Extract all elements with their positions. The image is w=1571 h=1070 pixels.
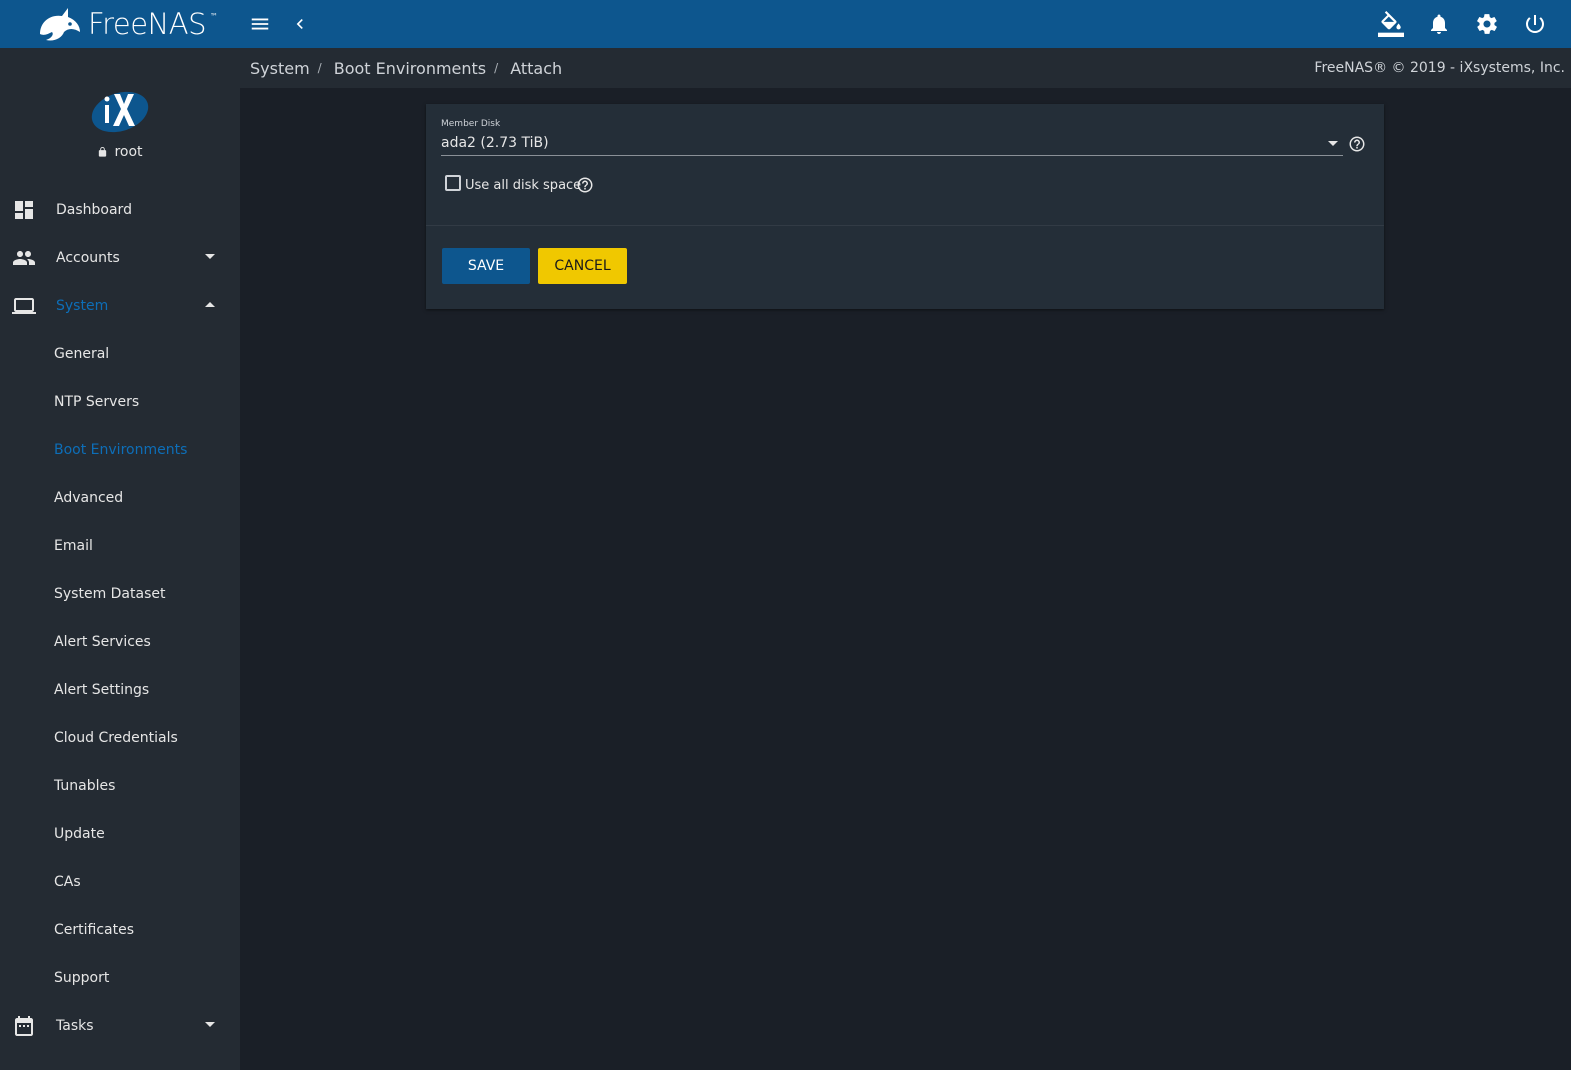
attach-form-card: Member Disk ada2 (2.73 TiB) Use all disk…	[426, 104, 1384, 309]
top-toolbar: FreeNAS ™	[0, 0, 1571, 48]
member-disk-underline	[441, 155, 1343, 156]
breadcrumb-separator: /	[494, 61, 499, 75]
sidebar-subitem-update[interactable]: Update	[0, 810, 240, 858]
user-profile: root	[0, 48, 240, 186]
collapse-sidebar-button[interactable]	[280, 0, 320, 48]
freenas-shark-logo-icon	[40, 8, 80, 41]
lock-icon	[99, 146, 107, 157]
sidebar-item-dashboard[interactable]: Dashboard	[0, 186, 240, 234]
sidebar-subitem-cas[interactable]: CAs	[0, 858, 240, 906]
chevron-down-icon	[205, 1022, 215, 1027]
theme-button[interactable]	[1367, 0, 1415, 48]
people-icon	[13, 251, 35, 265]
use-all-disk-space-checkbox[interactable]	[445, 175, 461, 191]
calendar-icon	[15, 1016, 33, 1036]
settings-button[interactable]	[1463, 0, 1511, 48]
sidebar-subitem-general[interactable]: General	[0, 330, 240, 378]
ix-logo-icon	[91, 91, 149, 133]
sidebar-item-system[interactable]: System	[0, 282, 240, 330]
power-icon	[1526, 15, 1544, 33]
sidebar-subitem-email[interactable]: Email	[0, 522, 240, 570]
brand-name: FreeNAS	[88, 7, 206, 41]
sidebar-item-accounts[interactable]: Accounts	[0, 234, 240, 282]
sidebar-item-label: Dashboard	[56, 202, 132, 218]
sidebar-subitem-certificates[interactable]: Certificates	[0, 906, 240, 954]
sidebar-subitem-boot-environments[interactable]: Boot Environments	[0, 426, 240, 474]
save-button[interactable]: SAVE	[442, 248, 530, 284]
sidebar-subitem-alert-services[interactable]: Alert Services	[0, 618, 240, 666]
member-disk-select[interactable]: ada2 (2.73 TiB)	[441, 135, 549, 151]
sidebar-subitem-alert-settings[interactable]: Alert Settings	[0, 666, 240, 714]
cancel-button[interactable]: CANCEL	[538, 248, 627, 284]
username: root	[114, 144, 143, 160]
notifications-button[interactable]	[1415, 0, 1463, 48]
bell-icon	[1431, 14, 1447, 34]
hamburger-menu-icon	[251, 18, 269, 30]
sidebar-subitem-system-dataset[interactable]: System Dataset	[0, 570, 240, 618]
sidebar-subitem-support[interactable]: Support	[0, 954, 240, 1002]
member-disk-label: Member Disk	[441, 119, 501, 129]
sidebar-item-tasks[interactable]: Tasks	[0, 1002, 240, 1050]
brand-trademark: ™	[209, 12, 218, 21]
sidebar-item-label: System	[56, 298, 109, 314]
chevron-left-icon	[296, 19, 303, 29]
breadcrumb-separator: /	[317, 61, 322, 75]
sidebar: root Dashboard Accounts System General N…	[0, 48, 240, 1070]
use-all-disk-space-label[interactable]: Use all disk space	[465, 178, 581, 193]
breadcrumb-boot-environments[interactable]: Boot Environments	[334, 59, 486, 78]
dashboard-icon	[15, 201, 33, 219]
copyright-text: FreeNAS® © 2019 - iXsystems, Inc.	[1314, 60, 1565, 76]
sidebar-item-label: Tasks	[56, 1018, 94, 1034]
freenas-logo[interactable]: FreeNAS ™	[0, 0, 240, 48]
help-icon[interactable]	[576, 176, 594, 194]
paint-bucket-icon	[1378, 11, 1404, 37]
current-user: root	[97, 144, 143, 160]
sidebar-subitem-advanced[interactable]: Advanced	[0, 474, 240, 522]
breadcrumb-bar: System / Boot Environments / Attach Free…	[240, 48, 1571, 88]
chevron-down-icon	[205, 254, 215, 259]
sidebar-subitem-cloud-credentials[interactable]: Cloud Credentials	[0, 714, 240, 762]
card-divider	[426, 225, 1384, 226]
power-button[interactable]	[1511, 0, 1559, 48]
breadcrumb-system[interactable]: System	[250, 59, 310, 78]
gear-icon	[1477, 14, 1497, 34]
sidebar-subitem-ntp-servers[interactable]: NTP Servers	[0, 378, 240, 426]
hamburger-menu-button[interactable]	[240, 0, 280, 48]
sidebar-subitem-tunables[interactable]: Tunables	[0, 762, 240, 810]
help-icon[interactable]	[1348, 135, 1366, 153]
breadcrumb: System / Boot Environments / Attach	[240, 59, 562, 78]
chevron-down-icon[interactable]	[1328, 141, 1338, 146]
breadcrumb-attach: Attach	[510, 58, 563, 78]
laptop-icon	[12, 298, 36, 314]
chevron-up-icon	[205, 302, 215, 307]
sidebar-item-label: Accounts	[56, 250, 120, 266]
